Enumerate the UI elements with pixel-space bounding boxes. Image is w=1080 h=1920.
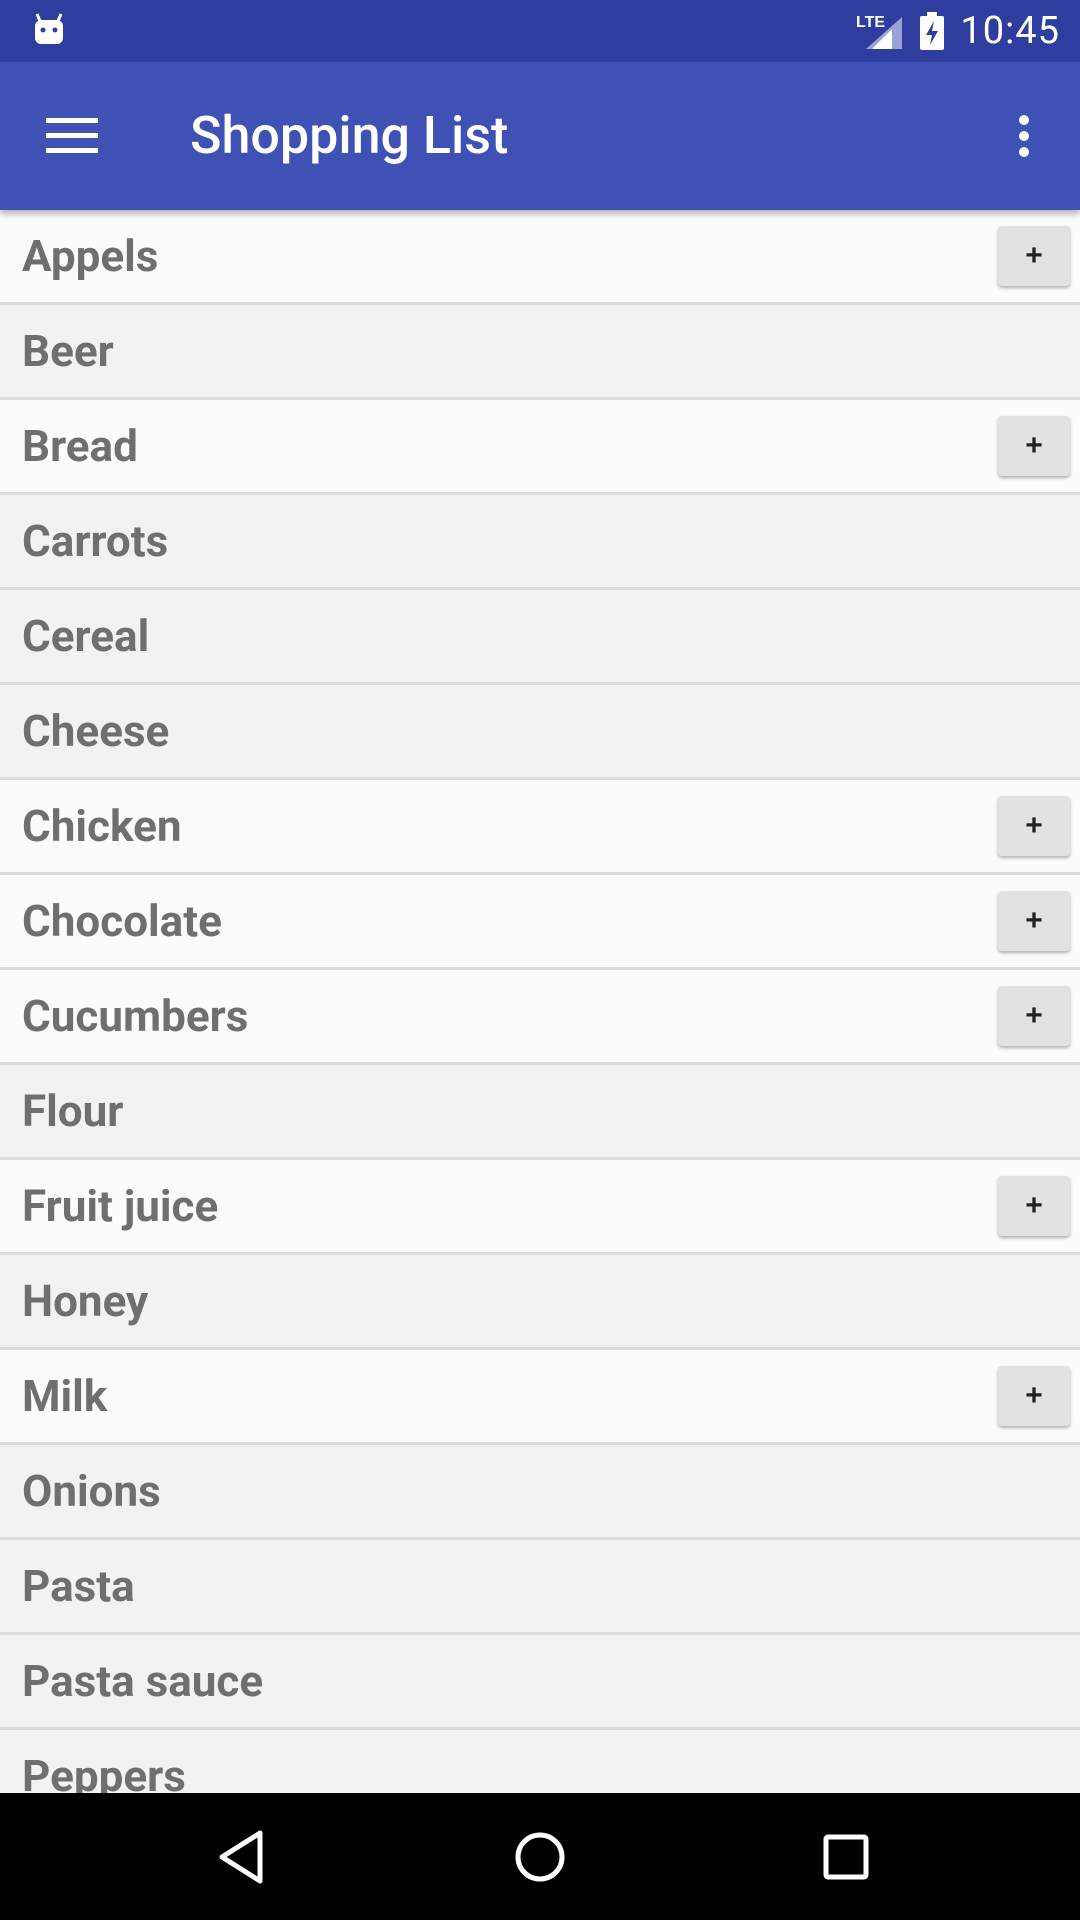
list-item-label: Peppers (22, 1750, 186, 1793)
list-item-label: Pasta sauce (22, 1655, 264, 1707)
list-item[interactable]: Fruit juice + (0, 1160, 1080, 1255)
nav-drawer-button[interactable] (36, 104, 108, 168)
list-item-label: Beer (22, 325, 114, 377)
home-circle-icon[interactable] (512, 1825, 568, 1889)
system-nav-bar (0, 1793, 1080, 1920)
list-item[interactable]: Pasta + (0, 1540, 1080, 1635)
list-item[interactable]: Appels + (0, 210, 1080, 305)
list-item-label: Chocolate (22, 895, 222, 947)
list-item-label: Fruit juice (22, 1180, 219, 1232)
more-vert-icon (1019, 115, 1029, 157)
add-item-button[interactable]: + (998, 796, 1070, 856)
list-item[interactable]: Flour + (0, 1065, 1080, 1160)
status-icons: LTE 10:45 (856, 0, 1060, 62)
add-item-button[interactable]: + (998, 1366, 1070, 1426)
list-item[interactable]: Chocolate + (0, 875, 1080, 970)
list-item[interactable]: Peppers + (0, 1730, 1080, 1793)
list-item-label: Honey (22, 1275, 149, 1327)
add-item-button[interactable]: + (998, 1176, 1070, 1236)
status-bar: LTE 10:45 (0, 0, 1080, 62)
list-item[interactable]: Carrots + (0, 495, 1080, 590)
list-item-label: Cucumbers (22, 990, 249, 1042)
list-item-label: Appels (22, 230, 159, 282)
list-item[interactable]: Cheese + (0, 685, 1080, 780)
list-item-label: Chicken (22, 800, 182, 852)
add-item-button[interactable]: + (998, 416, 1070, 476)
list-item-label: Milk (22, 1370, 108, 1422)
list-item[interactable]: Cucumbers + (0, 970, 1080, 1065)
back-triangle-icon[interactable] (212, 1825, 272, 1889)
add-item-button[interactable]: + (998, 891, 1070, 951)
list-item[interactable]: Honey + (0, 1255, 1080, 1350)
list-item[interactable]: Pasta sauce + (0, 1635, 1080, 1730)
shopping-list: Appels + Beer + Bread + Carrots + Cereal… (0, 210, 1080, 1793)
list-item[interactable]: Milk + (0, 1350, 1080, 1445)
list-item-label: Cereal (22, 610, 150, 662)
list-item-label: Onions (22, 1465, 161, 1517)
list-item-label: Bread (22, 420, 138, 472)
status-clock: 10:45 (960, 9, 1060, 53)
list-item[interactable]: Onions + (0, 1445, 1080, 1540)
page-title: Shopping List (190, 105, 509, 166)
list-item-label: Flour (22, 1085, 124, 1137)
app-bar: Shopping List (0, 62, 1080, 210)
list-item[interactable]: Beer + (0, 305, 1080, 400)
list-item[interactable]: Cereal + (0, 590, 1080, 685)
list-item-label: Pasta (22, 1560, 135, 1612)
android-notification-icon (35, 13, 63, 44)
add-item-button[interactable]: + (998, 226, 1070, 286)
add-item-button[interactable]: + (998, 986, 1070, 1046)
list-item[interactable]: Bread + (0, 400, 1080, 495)
recent-apps-square-icon[interactable] (814, 1825, 878, 1889)
overflow-menu-button[interactable] (992, 104, 1056, 168)
list-item[interactable]: Chicken + (0, 780, 1080, 875)
screen: LTE 10:45 Shopping List Appels + Beer Br… (0, 0, 1080, 1920)
lte-signal-icon: LTE (856, 14, 903, 49)
svg-text:LTE: LTE (856, 14, 885, 31)
battery-charging-icon (920, 12, 945, 50)
hamburger-menu-icon (46, 118, 98, 153)
list-item-label: Carrots (22, 515, 169, 567)
list-item-label: Cheese (22, 705, 170, 757)
